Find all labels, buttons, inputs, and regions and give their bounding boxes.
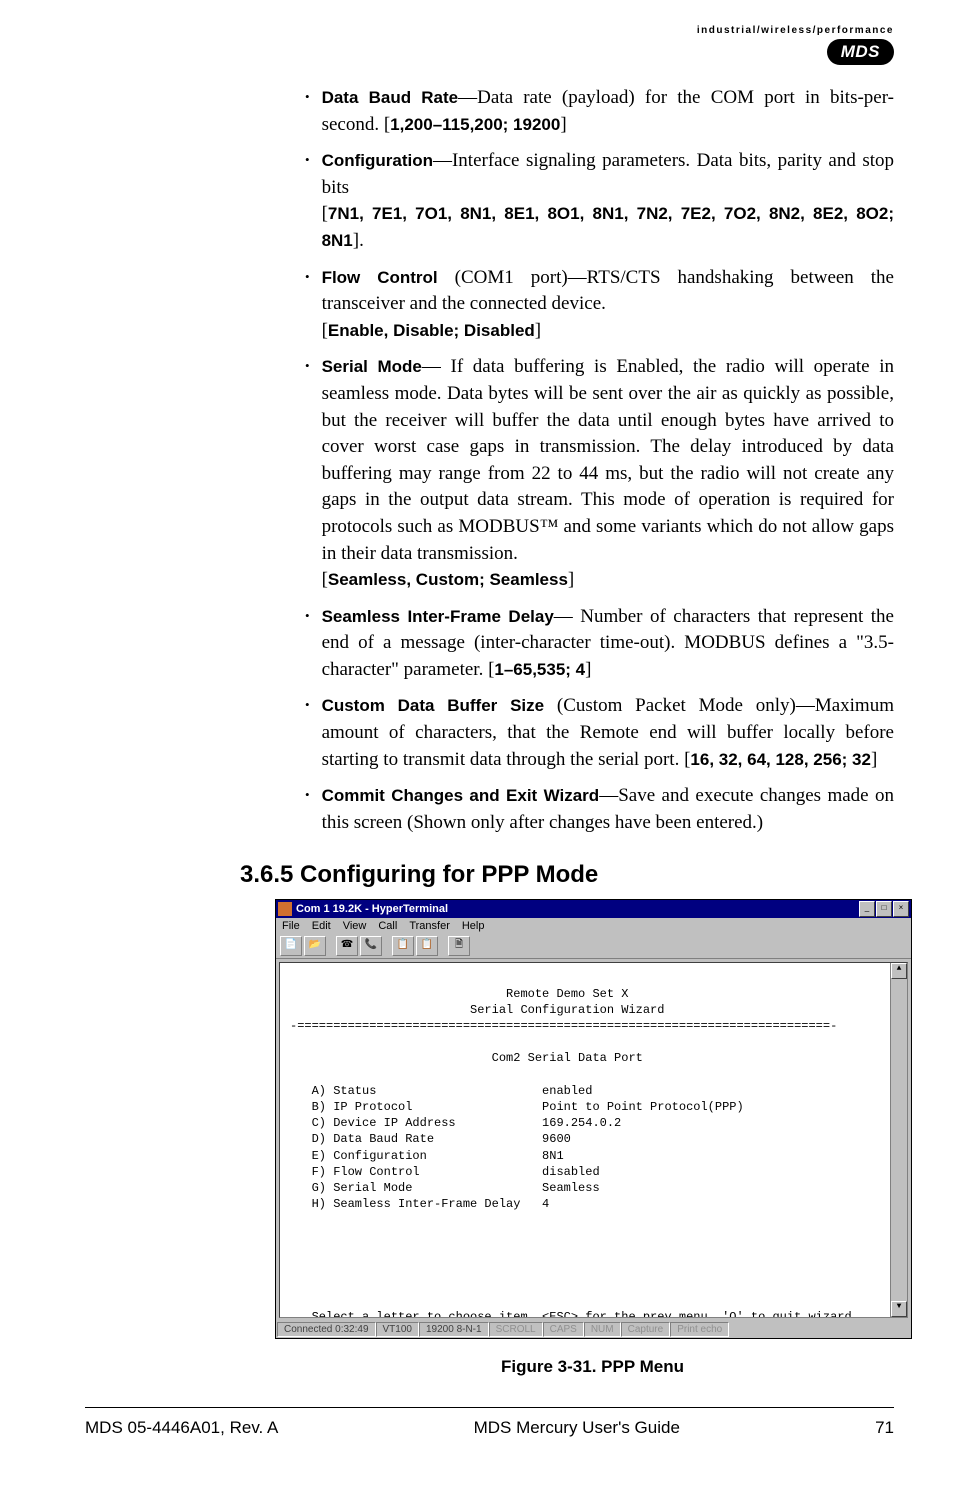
item-param: 7N1, 7E1, 7O1, 8N1, 8E1, 8O1, 8N1, 7N2, … bbox=[322, 204, 894, 250]
item-param: Seamless, Custom; Seamless bbox=[328, 570, 568, 589]
header-tagline: industrial/wireless/performance bbox=[85, 25, 894, 36]
list-item: • Seamless Inter-Frame Delay— Number of … bbox=[305, 604, 894, 684]
logo: MDS bbox=[827, 39, 894, 65]
status-printecho: Print echo bbox=[670, 1322, 729, 1337]
window-title: Com 1 19.2K - HyperTerminal bbox=[296, 903, 858, 915]
menu-file[interactable]: File bbox=[282, 920, 300, 932]
footer-center: MDS Mercury User's Guide bbox=[474, 1418, 680, 1438]
item-tail: ] bbox=[585, 659, 591, 680]
item-term: Data Baud Rate bbox=[322, 88, 459, 107]
toolbar-button[interactable]: 📋 bbox=[392, 936, 414, 956]
bullet-icon: • bbox=[305, 265, 310, 345]
list-item: • Data Baud Rate—Data rate (payload) for… bbox=[305, 85, 894, 138]
status-num: NUM bbox=[584, 1322, 621, 1337]
bullet-icon: • bbox=[305, 354, 310, 593]
terminal-window: Com 1 19.2K - HyperTerminal _ □ × File E… bbox=[275, 899, 912, 1339]
page-header: industrial/wireless/performance MDS bbox=[85, 25, 894, 65]
menu-bar: File Edit View Call Transfer Help bbox=[276, 918, 911, 934]
list-item: • Custom Data Buffer Size (Custom Packet… bbox=[305, 693, 894, 773]
menu-view[interactable]: View bbox=[343, 920, 367, 932]
bullet-icon: • bbox=[305, 85, 310, 138]
status-bar: Connected 0:32:49 VT100 19200 8-N-1 SCRO… bbox=[276, 1321, 911, 1338]
status-caps: CAPS bbox=[543, 1322, 584, 1337]
item-text: — If data buffering is Enabled, the radi… bbox=[322, 356, 894, 563]
list-item: • Configuration—Interface signaling para… bbox=[305, 148, 894, 254]
menu-edit[interactable]: Edit bbox=[312, 920, 331, 932]
minimize-button[interactable]: _ bbox=[859, 901, 875, 917]
app-icon bbox=[278, 902, 292, 916]
scroll-down-icon[interactable]: ▼ bbox=[891, 1301, 907, 1317]
toolbar-button[interactable]: 🗎 bbox=[448, 936, 470, 956]
toolbar-button[interactable]: ☎ bbox=[336, 936, 358, 956]
item-tail: ] bbox=[568, 569, 574, 590]
status-connected: Connected 0:32:49 bbox=[277, 1322, 376, 1337]
bullet-icon: • bbox=[305, 783, 310, 836]
toolbar-button[interactable]: 📞 bbox=[360, 936, 382, 956]
toolbar: 📄 📂 ☎ 📞 📋 📋 🗎 bbox=[276, 934, 911, 959]
item-param: 1–65,535; 4 bbox=[494, 660, 585, 679]
section-heading: 3.6.5 Configuring for PPP Mode bbox=[240, 861, 894, 889]
status-emulation: VT100 bbox=[376, 1322, 419, 1337]
item-term: Serial Mode bbox=[322, 357, 422, 376]
item-term: Seamless Inter-Frame Delay bbox=[322, 607, 554, 626]
terminal-content[interactable]: Remote Demo Set X Serial Configuration W… bbox=[279, 962, 908, 1318]
window-titlebar: Com 1 19.2K - HyperTerminal _ □ × bbox=[276, 900, 911, 918]
item-param: 16, 32, 64, 128, 256; 32 bbox=[690, 750, 871, 769]
status-capture: Capture bbox=[621, 1322, 671, 1337]
item-tail: ]. bbox=[353, 230, 364, 251]
item-tail: ] bbox=[560, 114, 566, 135]
item-tail: ] bbox=[535, 320, 541, 341]
footer-right: 71 bbox=[875, 1418, 894, 1438]
bullet-icon: • bbox=[305, 604, 310, 684]
item-term: Flow Control bbox=[322, 268, 438, 287]
maximize-button[interactable]: □ bbox=[876, 901, 892, 917]
status-scroll: SCROLL bbox=[489, 1322, 543, 1337]
page-footer: MDS 05-4446A01, Rev. A MDS Mercury User'… bbox=[85, 1407, 894, 1438]
menu-transfer[interactable]: Transfer bbox=[409, 920, 450, 932]
parameter-list: • Data Baud Rate—Data rate (payload) for… bbox=[305, 85, 894, 836]
item-term: Custom Data Buffer Size bbox=[322, 696, 545, 715]
toolbar-button[interactable]: 📋 bbox=[416, 936, 438, 956]
close-button[interactable]: × bbox=[893, 901, 909, 917]
bullet-icon: • bbox=[305, 148, 310, 254]
status-settings: 19200 8-N-1 bbox=[419, 1322, 489, 1337]
item-term: Configuration bbox=[322, 151, 433, 170]
footer-left: MDS 05-4446A01, Rev. A bbox=[85, 1418, 278, 1438]
menu-call[interactable]: Call bbox=[378, 920, 397, 932]
list-item: • Serial Mode— If data buffering is Enab… bbox=[305, 354, 894, 593]
item-tail: ] bbox=[871, 749, 877, 770]
scroll-up-icon[interactable]: ▲ bbox=[891, 963, 907, 979]
figure-caption: Figure 3-31. PPP Menu bbox=[275, 1357, 910, 1377]
toolbar-button[interactable]: 📂 bbox=[304, 936, 326, 956]
item-param: Enable, Disable; Disabled bbox=[328, 321, 535, 340]
list-item: • Commit Changes and Exit Wizard—Save an… bbox=[305, 783, 894, 836]
scrollbar[interactable]: ▲▼ bbox=[890, 963, 907, 1317]
bullet-icon: • bbox=[305, 693, 310, 773]
toolbar-button[interactable]: 📄 bbox=[280, 936, 302, 956]
menu-help[interactable]: Help bbox=[462, 920, 485, 932]
item-term: Commit Changes and Exit Wizard bbox=[322, 786, 600, 805]
item-param: 1,200–115,200; 19200 bbox=[390, 115, 560, 134]
list-item: • Flow Control (COM1 port)—RTS/CTS hands… bbox=[305, 265, 894, 345]
